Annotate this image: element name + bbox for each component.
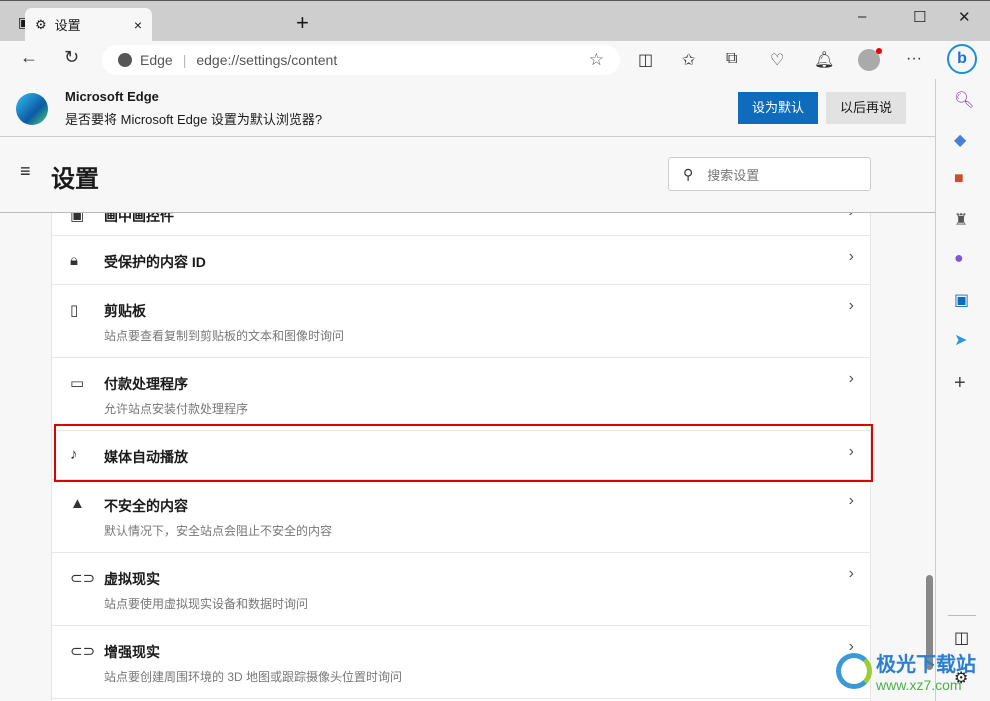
office-icon[interactable]: ● [954, 250, 964, 268]
list-item-insecure-content[interactable]: ▲ 不安全的内容 默认情况下，安全站点会阻止不安全的内容 › [52, 480, 870, 553]
list-item-payment-handlers[interactable]: ▭ 付款处理程序 允许站点安装付款处理程序 › [52, 358, 870, 431]
list-item-virtual-reality[interactable]: ⊂⊃ 虚拟现实 站点要使用虚拟现实设备和数据时询问 › [52, 553, 870, 626]
site-label: Edge [140, 52, 173, 68]
tab-title: 设置 [54, 18, 81, 33]
menu-icon[interactable]: ≡ [20, 161, 31, 182]
maximize-button[interactable]: ☐ [913, 8, 926, 26]
edge-logo-icon [16, 93, 48, 125]
edge-icon [118, 53, 132, 67]
address-bar[interactable]: Edge | edge://settings/content ☆ [102, 45, 620, 75]
settings-header: ≡ 设置 ⚲ 搜索设置 [0, 137, 935, 213]
tab-settings[interactable]: ⚙ 设置 × [25, 8, 152, 41]
watermark: 极光下载站 www.xz7.com [836, 648, 976, 693]
list-item-protected-content[interactable]: 🔒︎ 受保护的内容 ID › [52, 236, 870, 285]
row-title: 画中画控件 [104, 213, 174, 224]
chevron-right-icon: › [848, 565, 854, 582]
ar-headset-icon: ⊂⊃ [70, 643, 96, 660]
set-default-button[interactable]: 设为默认 [738, 92, 818, 124]
card-icon: ▭ [70, 375, 85, 392]
row-title: 受保护的内容 ID [104, 254, 206, 270]
row-title: 剪贴板 [104, 303, 146, 319]
tab-close-button[interactable]: × [134, 17, 142, 33]
search-input[interactable]: ⚲ 搜索设置 [668, 157, 871, 191]
favorite-star-icon[interactable]: ☆ [589, 50, 604, 70]
banner-message: 是否要将 Microsoft Edge 设置为默认浏览器? [65, 112, 323, 127]
outlook-icon[interactable]: ▣ [954, 290, 969, 310]
add-icon[interactable]: + [954, 372, 966, 395]
minimize-button[interactable]: – [858, 8, 866, 25]
split-screen-icon[interactable]: ◫ [638, 50, 653, 70]
row-desc: 站点要查看复制到剪贴板的文本和图像时询问 [104, 329, 345, 343]
chevron-right-icon: › [849, 213, 854, 221]
chevron-right-icon: › [848, 492, 854, 509]
list-item-clipboard[interactable]: ▯ 剪贴板 站点要查看复制到剪贴板的文本和图像时询问 › [52, 285, 870, 358]
picture-in-picture-icon: ▣ [70, 213, 85, 224]
tools-icon[interactable]: ■ [954, 170, 964, 188]
chevron-right-icon: › [848, 297, 854, 314]
row-title: 付款处理程序 [104, 376, 188, 392]
row-desc: 站点要创建周围环境的 3D 地图或跟踪摄像头位置时询问 [104, 670, 403, 684]
list-item-augmented-reality[interactable]: ⊂⊃ 增强现实 站点要创建周围环境的 3D 地图或跟踪摄像头位置时询问 › [52, 626, 870, 699]
chevron-right-icon: › [848, 248, 854, 265]
chevron-right-icon: › [848, 370, 854, 387]
new-tab-button[interactable]: + [296, 10, 309, 36]
search-icon: ⚲ [683, 165, 694, 182]
search-icon[interactable]: 🔍︎ [954, 90, 974, 110]
profile-avatar[interactable] [858, 48, 882, 71]
shopping-tag-icon[interactable]: ◆ [954, 130, 966, 150]
row-desc: 默认情况下，安全站点会阻止不安全的内容 [104, 524, 333, 538]
row-desc: 允许站点安装付款处理程序 [104, 402, 249, 416]
collections-icon[interactable]: ⧉ [726, 50, 737, 68]
gear-icon: ⚙ [35, 16, 47, 32]
sidebar-toggle-icon[interactable]: ◫ [954, 628, 969, 648]
games-icon[interactable]: ♜ [954, 210, 968, 230]
row-title: 增强现实 [104, 644, 160, 660]
health-icon[interactable]: ♡ [770, 50, 784, 70]
bing-icon[interactable]: b [947, 44, 977, 74]
search-placeholder: 搜索设置 [707, 167, 760, 183]
sidebar-divider [948, 615, 976, 616]
warning-icon: ▲ [70, 495, 85, 512]
back-icon[interactable]: ← [20, 47, 38, 68]
send-icon[interactable]: ➤ [954, 330, 967, 350]
default-browser-banner: Microsoft Edge 是否要将 Microsoft Edge 设置为默认… [0, 79, 935, 137]
row-title: 虚拟现实 [104, 571, 160, 587]
vr-headset-icon: ⊂⊃ [70, 570, 96, 587]
list-item-picture-in-picture[interactable]: ▣ 画中画控件 › [52, 213, 870, 236]
more-icon[interactable]: ··· [906, 50, 922, 68]
url-text[interactable]: edge://settings/content [196, 52, 337, 68]
close-window-button[interactable]: ✕ [958, 8, 971, 26]
watermark-name: 极光下载站 [876, 654, 976, 676]
row-desc: 站点要使用虚拟现实设备和数据时询问 [104, 597, 309, 611]
banner-title: Microsoft Edge [65, 89, 159, 104]
highlight-box [54, 424, 873, 482]
notifications-icon[interactable]: 🔔︎ [814, 50, 834, 70]
refresh-icon[interactable]: ↻ [64, 47, 79, 68]
watermark-url: www.xz7.com [876, 677, 962, 693]
row-title: 不安全的内容 [104, 498, 188, 514]
lock-icon: 🔒︎ [70, 252, 78, 269]
watermark-logo-icon [836, 652, 872, 689]
later-button[interactable]: 以后再说 [826, 92, 906, 124]
page-title: 设置 [51, 166, 99, 193]
favorites-icon[interactable]: ✩ [682, 50, 695, 70]
clipboard-icon: ▯ [70, 302, 79, 319]
